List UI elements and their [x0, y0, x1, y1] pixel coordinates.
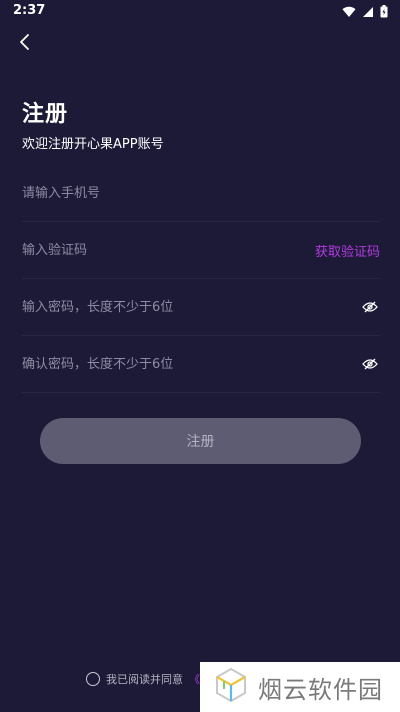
watermark-text: 烟云软件园 [258, 675, 383, 704]
agreement-row: 我已阅读并同意 《用 [86, 671, 211, 687]
get-code-button[interactable]: 获取验证码 [315, 241, 380, 260]
status-time: 2:37 [13, 3, 46, 18]
signal-icon [362, 6, 374, 18]
wifi-icon [342, 6, 356, 18]
page-subtitle: 欢迎注册开心果APP账号 [22, 137, 164, 152]
status-bar: 2:37 [0, 0, 400, 24]
password-visibility-toggle[interactable] [360, 298, 380, 318]
code-field: 获取验证码 [22, 223, 380, 279]
agreement-text: 我已阅读并同意 [106, 673, 183, 686]
cube-logo-icon [214, 667, 248, 707]
page-title: 注册 [22, 102, 69, 127]
confirm-password-field [22, 337, 380, 393]
confirm-password-visibility-toggle[interactable] [360, 355, 380, 375]
chevron-left-icon [18, 33, 30, 55]
confirm-password-input[interactable] [22, 337, 360, 392]
phone-field [22, 166, 380, 222]
eye-off-icon [362, 355, 378, 374]
code-input[interactable] [22, 223, 315, 278]
watermark: 烟云软件园 [200, 662, 400, 712]
back-button[interactable] [12, 32, 36, 56]
password-field [22, 280, 380, 336]
phone-input[interactable] [22, 166, 380, 221]
status-icons [342, 5, 388, 18]
password-input[interactable] [22, 280, 360, 335]
register-button[interactable]: 注册 [40, 418, 361, 464]
register-screen: 2:37 注册 欢迎注册开心果APP账号 请输入手机号 输入验证码 获取验证码 … [0, 0, 400, 712]
eye-off-icon [362, 298, 378, 317]
battery-icon [380, 5, 388, 18]
agreement-checkbox[interactable] [86, 672, 100, 686]
